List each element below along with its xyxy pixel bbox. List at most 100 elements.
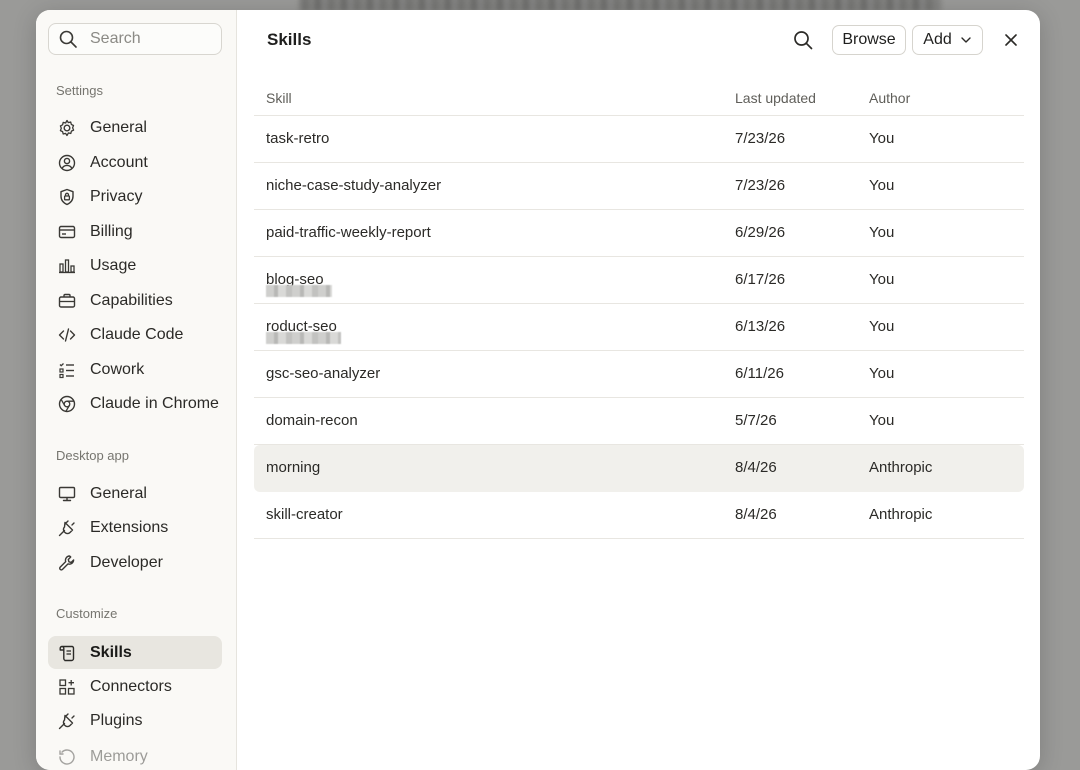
last-updated: 6/17/26: [735, 271, 786, 288]
close-icon: [1005, 34, 1017, 46]
skill-name: task-retro: [266, 130, 330, 147]
skill-name: roduct-seo: [266, 318, 341, 344]
checklist-icon: [57, 360, 77, 380]
sidebar-item-developer[interactable]: Developer: [48, 546, 222, 579]
sidebar-item-connectors[interactable]: Connectors: [48, 670, 222, 703]
skill-name: domain-recon: [266, 412, 358, 429]
sidebar-item-cowork[interactable]: Cowork: [48, 353, 222, 386]
skill-name: blog-seo: [266, 271, 332, 297]
memory-icon: [57, 747, 77, 767]
author: You: [869, 177, 895, 194]
credit-card-icon: [57, 222, 77, 242]
sidebar-item-privacy[interactable]: Privacy: [48, 180, 222, 213]
sidebar-item-label: Plugins: [90, 711, 143, 729]
table-row[interactable]: gsc-seo-analyzer 6/11/26 You: [254, 351, 1024, 398]
table-row[interactable]: domain-recon 5/7/26 You: [254, 398, 1024, 445]
redacted-text: [266, 332, 341, 344]
sidebar-item-label: General: [90, 484, 147, 502]
sidebar-item-label: Usage: [90, 256, 137, 274]
column-header-author[interactable]: Author: [869, 90, 910, 106]
sidebar-item-memory[interactable]: Memory: [48, 740, 222, 770]
sidebar-item-claude-in-chrome[interactable]: Claude in Chrome: [48, 387, 222, 420]
table-row[interactable]: roduct-seo 6/13/26 You: [254, 304, 1024, 351]
skill-name: paid-traffic-weekly-report: [266, 224, 431, 241]
sidebar-item-label: Claude Code: [90, 325, 184, 343]
table-row[interactable]: skill-creator 8/4/26 Anthropic: [254, 492, 1024, 539]
sidebar-item-account[interactable]: Account: [48, 146, 222, 179]
shield-lock-icon: [57, 187, 77, 207]
plug-icon: [57, 518, 77, 538]
skills-table: Skill Last updated Author task-retro 7/2…: [254, 88, 1024, 539]
last-updated: 8/4/26: [735, 506, 777, 523]
last-updated: 7/23/26: [735, 177, 786, 194]
last-updated: 6/29/26: [735, 224, 786, 241]
search-button[interactable]: [790, 27, 816, 53]
add-button-label: Add: [923, 31, 952, 48]
grid-plus-icon: [57, 677, 77, 697]
user-circle-icon: [57, 153, 77, 173]
last-updated: 7/23/26: [735, 130, 786, 147]
briefcase-icon: [57, 291, 77, 311]
sidebar-item-general[interactable]: General: [48, 111, 222, 144]
table-row[interactable]: paid-traffic-weekly-report 6/29/26 You: [254, 210, 1024, 257]
author: You: [869, 271, 895, 288]
browse-button[interactable]: Browse: [832, 25, 906, 55]
sidebar-item-label: Developer: [90, 553, 163, 571]
author: Anthropic: [869, 459, 933, 476]
skills-panel: Skills Browse Add Skill Last updated Aut…: [237, 10, 1040, 770]
table-row-highlighted[interactable]: morning 8/4/26 Anthropic: [254, 445, 1024, 492]
column-header-skill[interactable]: Skill: [266, 90, 292, 106]
page-title: Skills: [267, 30, 312, 49]
gear-icon: [57, 118, 77, 138]
sidebar-item-label: Memory: [90, 747, 148, 765]
table-row[interactable]: task-retro 7/23/26 You: [254, 116, 1024, 163]
sidebar-item-billing[interactable]: Billing: [48, 215, 222, 248]
sidebar-item-label: General: [90, 118, 147, 136]
sidebar-item-extensions[interactable]: Extensions: [48, 511, 222, 544]
sidebar-item-usage[interactable]: Usage: [48, 249, 222, 282]
skill-name: morning: [266, 459, 321, 476]
sidebar-item-capabilities[interactable]: Capabilities: [48, 284, 222, 317]
sidebar-item-label: Claude in Chrome: [90, 394, 219, 412]
wrench-icon: [57, 553, 77, 573]
search-input[interactable]: [88, 29, 202, 49]
plug-icon: [57, 711, 77, 731]
sidebar-item-label: Capabilities: [90, 291, 173, 309]
last-updated: 8/4/26: [735, 459, 777, 476]
author: You: [869, 318, 895, 335]
sidebar-item-label: Cowork: [90, 360, 145, 378]
last-updated: 6/13/26: [735, 318, 786, 335]
sidebar-item-label: Connectors: [90, 677, 172, 695]
column-header-last-updated[interactable]: Last updated: [735, 90, 816, 106]
sidebar-item-plugins[interactable]: Plugins: [48, 704, 222, 737]
section-title-desktop-app: Desktop app: [56, 448, 129, 463]
skill-name: skill-creator: [266, 506, 343, 523]
sidebar-item-label: Privacy: [90, 187, 143, 205]
sidebar-item-skills[interactable]: Skills: [48, 636, 222, 669]
search-box[interactable]: [48, 23, 222, 55]
redacted-text: [266, 285, 332, 297]
sidebar-item-desktop-general[interactable]: General: [48, 477, 222, 510]
add-dropdown-button[interactable]: Add: [912, 25, 983, 55]
author: You: [869, 412, 895, 429]
sidebar-item-label: Billing: [90, 222, 133, 240]
author: Anthropic: [869, 506, 933, 523]
last-updated: 6/11/26: [735, 365, 784, 382]
author: You: [869, 224, 895, 241]
table-row[interactable]: blog-seo 6/17/26 You: [254, 257, 1024, 304]
close-button[interactable]: [998, 27, 1024, 53]
sidebar-item-label: Extensions: [90, 518, 169, 536]
monitor-icon: [57, 484, 77, 504]
sidebar-item-label: Skills: [90, 643, 132, 661]
table-row[interactable]: niche-case-study-analyzer 7/23/26 You: [254, 163, 1024, 210]
skill-name: niche-case-study-analyzer: [266, 177, 442, 194]
code-icon: [57, 325, 77, 345]
chrome-icon: [57, 394, 77, 414]
search-icon: [794, 31, 813, 50]
scroll-icon: [57, 643, 77, 663]
sidebar-item-claude-code[interactable]: Claude Code: [48, 318, 222, 351]
search-icon: [59, 30, 77, 48]
settings-modal: Settings General Account Privacy Billing…: [36, 10, 1040, 770]
settings-sidebar: Settings General Account Privacy Billing…: [36, 10, 237, 770]
section-title-settings: Settings: [56, 83, 103, 98]
